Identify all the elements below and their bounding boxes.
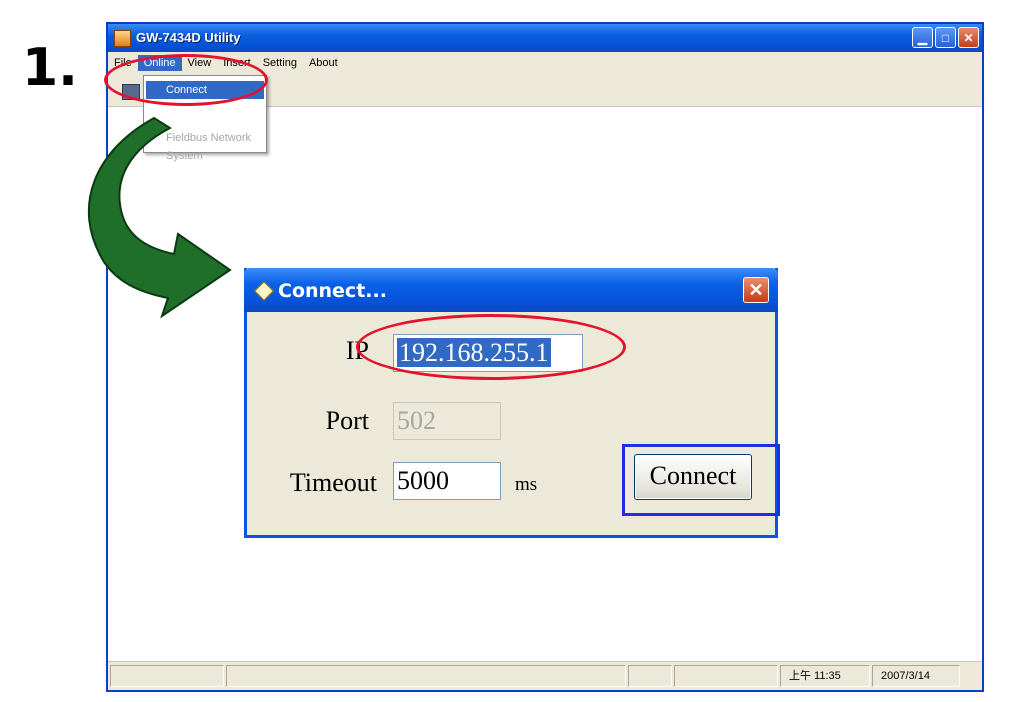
curved-arrow-icon bbox=[87, 116, 232, 319]
